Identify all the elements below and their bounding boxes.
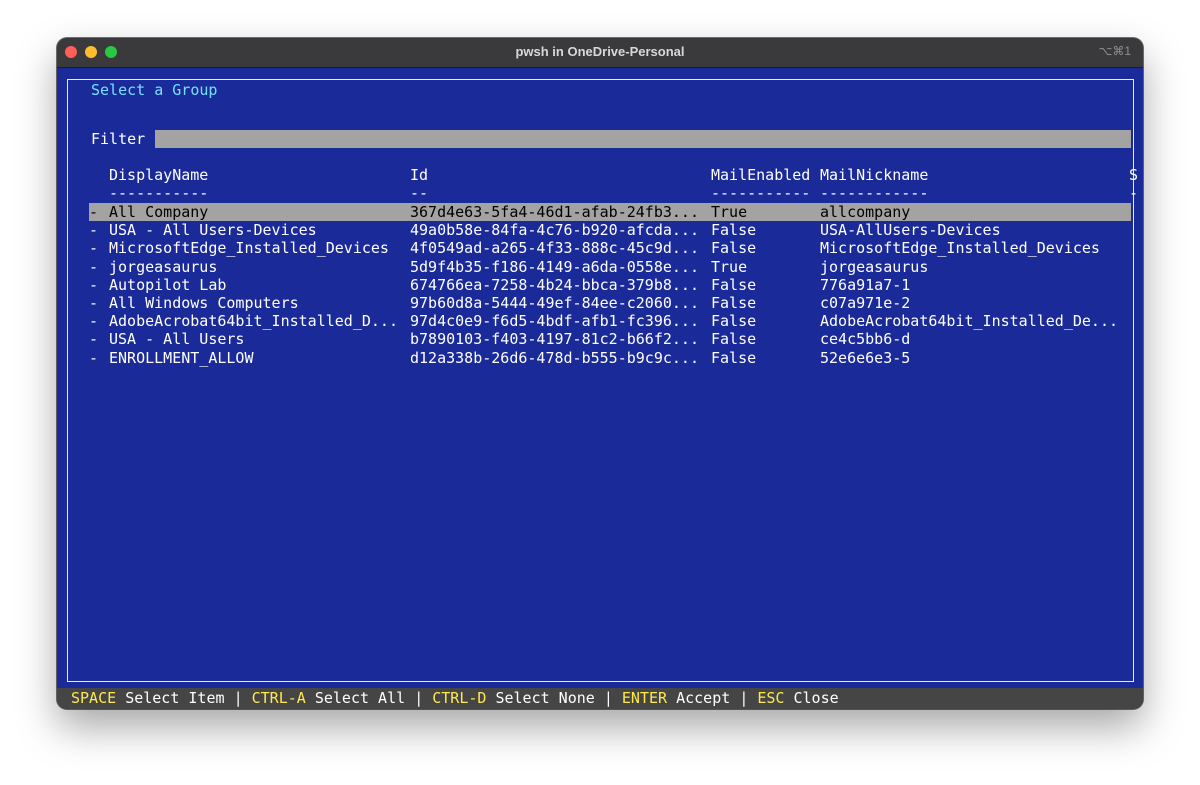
group-picker-frame: Select a Group Filter DisplayName ------… (67, 79, 1138, 682)
table-row[interactable]: - MicrosoftEdge_Installed_Devices 4f0549ad… (89, 239, 1131, 257)
table-row[interactable]: - Autopilot Lab 674766ea-7258-4b24-bbca-37… (89, 276, 1131, 294)
row-mailenabled: False (711, 330, 757, 349)
title-bar[interactable]: pwsh in OneDrive-Personal ⌥⌘1 (57, 38, 1143, 68)
shortcut-hint: SPACE Select Item (71, 689, 225, 707)
row-mailenabled: False (711, 239, 757, 258)
shortcut-label: Close (793, 689, 839, 707)
row-id: b7890103-f403-4197-81c2-b66f2... (410, 330, 699, 349)
table-row[interactable]: - All Windows Computers 97b60d8a-5444-49ef… (89, 294, 1131, 312)
window-shortcut: ⌥⌘1 (1098, 44, 1131, 58)
window-title: pwsh in OneDrive-Personal (515, 44, 685, 59)
row-mailnickname: 776a91a7-1 (820, 275, 911, 294)
row-mailnickname: MicrosoftEdge_Installed_Devices (820, 239, 1100, 258)
row-id: d12a338b-26d6-478d-b555-b9c9c... (410, 348, 699, 367)
separator-glyph: | (739, 689, 749, 707)
row-marker: - (89, 257, 99, 276)
row-id: 5d9f4b35-f186-4149-a6da-0558e... (410, 257, 699, 276)
row-mailenabled: True (711, 203, 748, 221)
shortcut-label: Accept (676, 689, 731, 707)
row-marker: - (89, 312, 99, 331)
shortcut-key: CTRL-A (251, 689, 306, 707)
row-marker: - (89, 275, 99, 294)
row-mailnickname: USA-AllUsers-Devices (820, 221, 1001, 240)
row-marker: - (89, 330, 99, 349)
column-underline-mailenabled: ----------- (711, 184, 811, 202)
status-separator: | (595, 689, 622, 707)
row-displayname: USA - All Users-Devices (109, 221, 317, 240)
shortcut-key: ENTER (621, 689, 668, 707)
row-marker: - (89, 239, 99, 258)
row-marker: - (89, 221, 99, 240)
column-underline-displayname: ----------- (109, 184, 209, 202)
shortcut-label: Select None (495, 689, 595, 707)
row-id: 97d4c0e9-f6d5-4bdf-afb1-fc396... (410, 312, 699, 331)
filter-label: Filter (91, 130, 146, 148)
row-mailenabled: True (711, 257, 748, 276)
row-mailnickname: jorgeasaurus (820, 257, 929, 276)
shortcut-key: CTRL-D (432, 689, 487, 707)
shortcut-hint: ENTER Accept (622, 689, 730, 707)
row-mailenabled: False (711, 348, 757, 367)
column-header-mailenabled[interactable]: MailEnabled (711, 166, 810, 184)
column-underline-s: - (1129, 184, 1139, 202)
column-underline-mailnickname: ------------ (820, 184, 929, 202)
row-displayname: All Company (109, 203, 209, 221)
status-separator: | (225, 689, 252, 707)
status-bar: SPACE Select Item | CTRL-A Select All | … (57, 688, 1143, 709)
shortcut-hint: CTRL-A Select All (252, 689, 406, 707)
status-separator: | (405, 689, 432, 707)
table-row[interactable]: - USA - All Users-Devices 49a0b58e-84fa-4c… (89, 221, 1131, 239)
separator-glyph: | (603, 689, 613, 707)
column-header-id[interactable]: Id (410, 166, 428, 184)
terminal-content: Select a Group Filter DisplayName ------… (57, 68, 1143, 709)
table-row[interactable]: - ENROLLMENT_ALLOW d12a338b-26d6-478d-b555… (89, 349, 1131, 367)
shortcut-hint: ESC Close (757, 689, 838, 707)
row-displayname: jorgeasaurus (109, 257, 218, 276)
dialog-title: Select a Group (89, 81, 220, 99)
separator-glyph: | (414, 689, 424, 707)
row-displayname: All Windows Computers (109, 294, 299, 312)
table-row[interactable]: - USA - All Users b7890103-f403-4197-81c2-… (89, 330, 1131, 348)
row-displayname: ENROLLMENT_ALLOW (109, 348, 254, 367)
row-displayname: AdobeAcrobat64bit_Installed_D... (109, 312, 398, 331)
row-mailenabled: False (711, 294, 757, 312)
row-id: 49a0b58e-84fa-4c76-b920-afcda... (410, 221, 699, 240)
row-displayname: USA - All Users (109, 330, 245, 349)
column-header-s[interactable]: S (1129, 166, 1138, 184)
row-marker: - (89, 294, 99, 312)
shortcut-key: SPACE (71, 689, 117, 707)
row-marker: - (89, 348, 99, 367)
row-mailenabled: False (711, 221, 757, 240)
separator-glyph: | (233, 689, 243, 707)
row-id: 367d4e63-5fa4-46d1-afab-24fb3... (410, 203, 699, 221)
table-row[interactable]: - All Company 367d4e63-5fa4-46d1-afab-24fb… (89, 203, 1131, 221)
shortcut-label: Select All (314, 689, 406, 707)
row-mailenabled: False (711, 275, 757, 294)
table-row[interactable]: - jorgeasaurus 5d9f4b35-f186-4149-a6da-055… (89, 258, 1131, 276)
row-displayname: MicrosoftEdge_Installed_Devices (109, 239, 389, 258)
column-underline-id: -- (410, 184, 429, 202)
row-mailnickname: allcompany (820, 203, 911, 221)
terminal-window: pwsh in OneDrive-Personal ⌥⌘1 Select a G… (57, 38, 1143, 709)
filter-input[interactable] (155, 130, 1131, 148)
shortcut-key: ESC (757, 689, 785, 707)
shortcut-hint: CTRL-D Select None (432, 689, 595, 707)
shortcut-label: Select Item (125, 689, 225, 707)
row-mailnickname: c07a971e-2 (820, 294, 911, 312)
row-id: 97b60d8a-5444-49ef-84ee-c2060... (410, 294, 699, 312)
table-row[interactable]: - AdobeAcrobat64bit_Installed_D... 97d4c0e… (89, 312, 1131, 330)
row-mailnickname: 52e6e6e3-5 (820, 348, 911, 367)
row-id: 674766ea-7258-4b24-bbca-379b8... (410, 275, 699, 294)
row-id: 4f0549ad-a265-4f33-888c-45c9d... (410, 239, 699, 258)
row-displayname: Autopilot Lab (109, 275, 227, 294)
row-mailnickname: ce4c5bb6-d (820, 330, 911, 349)
column-header-mailnickname[interactable]: MailNickname (820, 166, 928, 184)
status-separator: | (730, 689, 757, 707)
row-marker: - (89, 203, 99, 221)
column-header-displayname[interactable]: DisplayName (109, 166, 208, 184)
row-mailnickname: AdobeAcrobat64bit_Installed_De... (820, 312, 1119, 331)
row-mailenabled: False (711, 312, 757, 331)
